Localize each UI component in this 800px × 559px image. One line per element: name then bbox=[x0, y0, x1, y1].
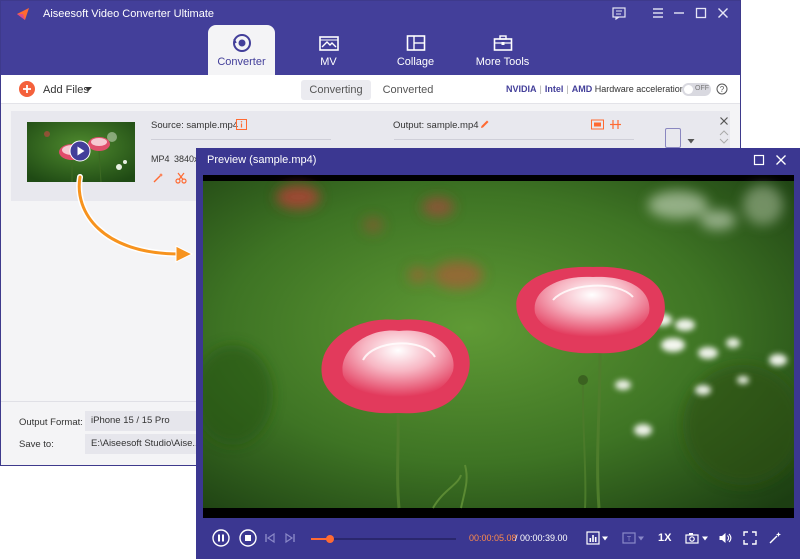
app-title: Aiseesoft Video Converter Ultimate bbox=[43, 8, 214, 20]
play-preview-icon[interactable] bbox=[69, 140, 91, 162]
close-icon[interactable] bbox=[775, 154, 787, 166]
add-files-plus-icon[interactable] bbox=[19, 81, 35, 97]
menu-icon[interactable] bbox=[650, 5, 666, 21]
chevron-down-icon[interactable] bbox=[638, 536, 644, 541]
pause-icon[interactable] bbox=[212, 529, 230, 547]
resolution-label: 3840x bbox=[174, 154, 199, 164]
poppy-left bbox=[321, 319, 470, 414]
volume-icon[interactable] bbox=[718, 531, 732, 545]
seek-handle[interactable] bbox=[325, 535, 334, 543]
previous-icon[interactable] bbox=[264, 532, 276, 544]
toolbar: Add Files Converting Converted NVIDIA | In… bbox=[1, 75, 740, 104]
tab-label: Collage bbox=[396, 56, 435, 68]
hardware-acceleration-info: NVIDIA | Intel | AMD Hardware acceleration bbox=[506, 84, 685, 94]
tab-converter[interactable]: Converter bbox=[208, 25, 275, 75]
total-time: / 00:00:39.00 bbox=[515, 533, 568, 543]
save-to-label: Save to: bbox=[19, 439, 54, 450]
trim-icon[interactable] bbox=[610, 119, 621, 130]
resolution-icon[interactable] bbox=[591, 119, 604, 130]
chevron-down-icon[interactable] bbox=[702, 536, 708, 541]
hardware-acceleration-label: Hardware acceleration bbox=[594, 84, 685, 94]
info-icon[interactable] bbox=[236, 119, 247, 130]
save-to-path[interactable]: E:\Aiseesoft Studio\Aise...er bbox=[85, 434, 211, 454]
player-controls: 00:00:05.08 / 00:00:39.00 T 1X bbox=[196, 520, 800, 559]
bar-chart-icon[interactable] bbox=[586, 531, 600, 545]
output-format-select[interactable]: iPhone 15 / 15 Pro bbox=[85, 411, 211, 431]
collage-icon bbox=[405, 32, 427, 54]
toggle-knob bbox=[684, 85, 693, 94]
tab-mv[interactable]: MV bbox=[295, 25, 362, 75]
feedback-icon[interactable] bbox=[611, 5, 627, 21]
minimize-icon[interactable] bbox=[671, 5, 687, 21]
chevron-down-icon[interactable] bbox=[84, 84, 93, 93]
view-switch: Converting Converted bbox=[301, 80, 438, 100]
chevron-down-icon[interactable] bbox=[719, 138, 729, 144]
curved-arrow-icon bbox=[72, 172, 202, 267]
mv-icon bbox=[318, 32, 340, 54]
help-icon[interactable]: ? bbox=[716, 83, 728, 95]
subtitle-icon[interactable]: T bbox=[622, 531, 636, 545]
maximize-icon[interactable] bbox=[693, 5, 709, 21]
add-files-button[interactable]: Add Files bbox=[43, 84, 89, 96]
stop-icon[interactable] bbox=[239, 529, 257, 547]
next-icon[interactable] bbox=[284, 532, 296, 544]
app-logo-icon bbox=[15, 6, 31, 22]
output-filename: Output: sample.mp4 bbox=[393, 120, 479, 131]
tab-label: More Tools bbox=[475, 56, 530, 68]
seek-bar[interactable] bbox=[311, 535, 456, 543]
preview-window: Preview (sample.mp4) 00:00:05.08 / 00:00… bbox=[196, 148, 800, 559]
divider bbox=[394, 139, 634, 140]
format-label: MP4 bbox=[151, 154, 170, 164]
chevron-up-icon[interactable] bbox=[719, 130, 729, 136]
tab-label: MV bbox=[320, 56, 337, 68]
playback-speed-button[interactable]: 1X bbox=[658, 532, 671, 544]
converting-tab[interactable]: Converting bbox=[301, 80, 371, 100]
video-frame[interactable] bbox=[203, 175, 794, 518]
svg-text:T: T bbox=[627, 536, 632, 543]
magic-wand-icon[interactable] bbox=[768, 531, 782, 545]
output-format-thumbnail[interactable] bbox=[665, 128, 681, 148]
toggle-state: OFF bbox=[695, 85, 709, 92]
amd-label: AMD bbox=[571, 84, 593, 94]
divider bbox=[151, 139, 331, 140]
toolbox-icon bbox=[492, 32, 514, 54]
fullscreen-icon[interactable] bbox=[743, 531, 757, 545]
camera-icon[interactable] bbox=[685, 531, 699, 545]
tab-label: Converter bbox=[217, 56, 266, 68]
current-time: 00:00:05.08 bbox=[469, 533, 517, 543]
hardware-acceleration-toggle[interactable]: OFF bbox=[682, 83, 711, 96]
nvidia-label: NVIDIA bbox=[506, 84, 537, 94]
source-filename: Source: sample.mp4 bbox=[151, 120, 239, 131]
converted-tab[interactable]: Converted bbox=[376, 80, 440, 100]
svg-text:?: ? bbox=[720, 85, 725, 94]
tab-collage[interactable]: Collage bbox=[382, 25, 449, 75]
close-icon[interactable] bbox=[715, 5, 731, 21]
maximize-icon[interactable] bbox=[753, 154, 765, 166]
edit-pencil-icon[interactable] bbox=[479, 119, 490, 130]
intel-label: Intel bbox=[544, 84, 564, 94]
remove-file-icon[interactable] bbox=[719, 116, 729, 126]
chevron-down-icon[interactable] bbox=[687, 137, 695, 145]
preview-title: Preview (sample.mp4) bbox=[207, 154, 317, 166]
poppy-right bbox=[516, 266, 665, 354]
tab-more-tools[interactable]: More Tools bbox=[469, 25, 536, 75]
chevron-down-icon[interactable] bbox=[602, 536, 608, 541]
output-format-label: Output Format: bbox=[19, 417, 83, 428]
converter-icon bbox=[231, 32, 253, 54]
title-bar: Aiseesoft Video Converter Ultimate Conve… bbox=[1, 1, 740, 75]
